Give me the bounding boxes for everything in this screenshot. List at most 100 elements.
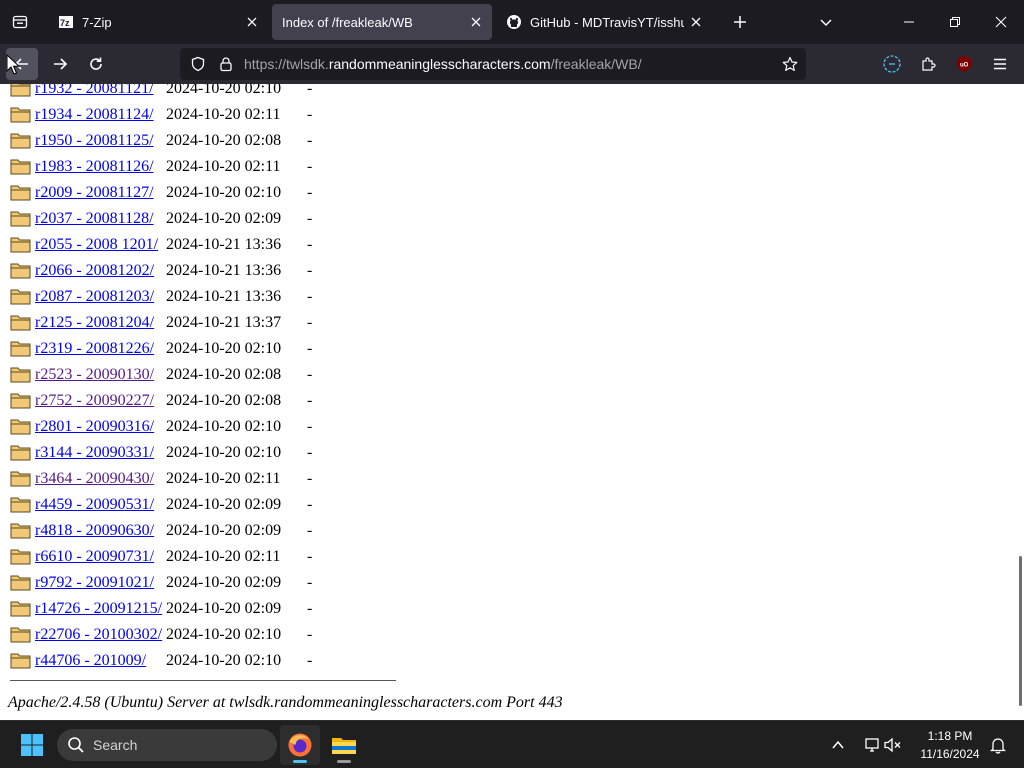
new-tab-button[interactable] bbox=[722, 4, 758, 40]
folder-icon bbox=[10, 84, 31, 97]
directory-link[interactable]: r2055 - 2008 1201/ bbox=[35, 236, 158, 254]
directory-link[interactable]: r6610 - 20090731/ bbox=[35, 548, 154, 566]
folder-icon bbox=[10, 549, 31, 565]
directory-link[interactable]: r2125 - 20081204/ bbox=[35, 314, 154, 332]
volume-button[interactable] bbox=[878, 725, 908, 765]
close-tab-icon[interactable] bbox=[464, 10, 488, 34]
account-circle-icon bbox=[883, 55, 901, 73]
close-tab-icon[interactable] bbox=[240, 10, 264, 34]
folder-icon bbox=[10, 237, 31, 253]
last-modified: 2024-10-21 13:36 bbox=[166, 288, 282, 305]
chevron-down-icon bbox=[820, 19, 832, 27]
notifications-button[interactable] bbox=[978, 725, 1018, 765]
file-size: - bbox=[307, 132, 313, 149]
folder-icon bbox=[10, 341, 31, 357]
search-placeholder: Search bbox=[93, 737, 138, 753]
file-size: - bbox=[307, 652, 313, 669]
file-size: - bbox=[307, 314, 313, 331]
directory-link[interactable]: r3144 - 20090331/ bbox=[35, 444, 154, 462]
ublock-origin-button[interactable]: uO bbox=[948, 48, 980, 80]
reload-icon bbox=[90, 57, 102, 70]
directory-link[interactable]: r22706 - 20100302/ bbox=[35, 626, 162, 644]
page-content: r1932 - 20081121/2024-10-20 02:10 - r1934 … bbox=[0, 84, 1024, 720]
tracking-protection-shield-icon[interactable] bbox=[184, 48, 212, 80]
directory-link[interactable]: r2037 - 20081128/ bbox=[35, 210, 154, 228]
url-scheme: https://twlsdk. bbox=[244, 56, 329, 72]
svg-text:uO: uO bbox=[960, 63, 969, 69]
directory-link[interactable]: r1983 - 20081126/ bbox=[35, 158, 154, 176]
app-menu-button[interactable] bbox=[984, 48, 1016, 80]
windows-logo-icon bbox=[21, 734, 43, 756]
extensions-button[interactable] bbox=[912, 48, 944, 80]
forward-button[interactable] bbox=[44, 48, 76, 80]
folder-icon bbox=[10, 419, 31, 435]
last-modified: 2024-10-20 02:11 bbox=[166, 158, 281, 175]
lock-icon[interactable] bbox=[212, 48, 240, 80]
directory-link[interactable]: r2752 - 20090227/ bbox=[35, 392, 154, 410]
table-row: r2752 - 20090227/2024-10-20 02:08 - bbox=[0, 388, 400, 414]
directory-link[interactable]: r2801 - 20090316/ bbox=[35, 418, 154, 436]
folder-icon bbox=[10, 471, 31, 487]
taskbar-search-box[interactable]: Search bbox=[57, 729, 277, 761]
url-host: randommeaninglesscharacters.com bbox=[328, 56, 551, 72]
file-size: - bbox=[307, 340, 313, 357]
directory-link[interactable]: r1932 - 20081121/ bbox=[35, 84, 154, 98]
address-bar[interactable]: https://twlsdk.randommeaninglesscharacte… bbox=[180, 48, 806, 80]
directory-link[interactable]: r1934 - 20081124/ bbox=[35, 106, 154, 124]
taskbar-firefox[interactable] bbox=[280, 725, 320, 765]
last-modified: 2024-10-20 02:08 bbox=[166, 132, 282, 149]
list-all-tabs-button[interactable] bbox=[808, 4, 844, 40]
show-hidden-icons-button[interactable] bbox=[818, 725, 858, 765]
ublock-origin-icon: uO bbox=[957, 56, 971, 72]
restore-button[interactable] bbox=[932, 0, 978, 44]
directory-link[interactable]: r3464 - 20090430/ bbox=[35, 470, 154, 488]
table-row: r22706 - 20100302/2024-10-20 02:10 - bbox=[0, 622, 400, 648]
table-row: r1934 - 20081124/2024-10-20 02:11 - bbox=[0, 102, 400, 128]
table-row: r9792 - 20091021/2024-10-20 02:09 - bbox=[0, 570, 400, 596]
file-size: - bbox=[307, 496, 313, 513]
server-signature: Apache/2.4.58 (Ubuntu) Server at twlsdk.… bbox=[8, 694, 563, 711]
file-size: - bbox=[307, 444, 313, 461]
directory-link[interactable]: r14726 - 20091215/ bbox=[35, 600, 162, 618]
bookmark-star-icon[interactable] bbox=[776, 48, 804, 80]
tab-label: 7-Zip bbox=[82, 14, 112, 30]
directory-link[interactable]: r9792 - 20091021/ bbox=[35, 574, 154, 592]
file-size: - bbox=[307, 106, 313, 123]
folder-icon bbox=[10, 393, 31, 409]
tab-index-of-wb[interactable]: Index of /freakleak/WB bbox=[272, 4, 492, 40]
directory-link[interactable]: r44706 - 201009/ bbox=[35, 652, 146, 670]
last-modified: 2024-10-20 02:10 bbox=[166, 626, 282, 643]
directory-link[interactable]: r2319 - 20081226/ bbox=[35, 340, 154, 358]
directory-link[interactable]: r1950 - 20081125/ bbox=[35, 132, 154, 150]
minimize-button[interactable] bbox=[886, 0, 932, 44]
directory-link[interactable]: r2009 - 20081127/ bbox=[35, 184, 154, 202]
directory-link[interactable]: r2087 - 20081203/ bbox=[35, 288, 154, 306]
table-row: r44706 - 201009/2024-10-20 02:10 - bbox=[0, 648, 400, 674]
github-icon bbox=[506, 14, 522, 30]
reload-button[interactable] bbox=[80, 48, 112, 80]
directory-link[interactable]: r4818 - 20090630/ bbox=[35, 522, 154, 540]
start-button[interactable] bbox=[12, 725, 52, 765]
tab-github[interactable]: GitHub - MDTravisYT/isshus-m bbox=[496, 4, 712, 40]
directory-link[interactable]: r2066 - 20081202/ bbox=[35, 262, 154, 280]
taskbar-file-explorer[interactable] bbox=[324, 725, 364, 765]
last-modified: 2024-10-20 02:11 bbox=[166, 106, 281, 123]
file-size: - bbox=[307, 84, 313, 97]
close-tab-icon[interactable] bbox=[684, 10, 708, 34]
file-size: - bbox=[307, 626, 313, 643]
plus-icon bbox=[734, 16, 746, 28]
file-size: - bbox=[307, 262, 313, 279]
tab-7zip[interactable]: 7z 7-Zip bbox=[48, 4, 268, 40]
firefox-view-button[interactable] bbox=[2, 4, 38, 40]
tab-strip: 7z 7-Zip Index of /freakleak/WB GitHub -… bbox=[0, 0, 1024, 44]
directory-link[interactable]: r4459 - 20090531/ bbox=[35, 496, 154, 514]
url-text[interactable]: https://twlsdk.randommeaninglesscharacte… bbox=[244, 48, 642, 80]
folder-icon bbox=[10, 627, 31, 643]
account-button[interactable] bbox=[876, 48, 908, 80]
directory-link[interactable]: r2523 - 20090130/ bbox=[35, 366, 154, 384]
scrollbar-thumb[interactable] bbox=[1019, 556, 1022, 706]
horizontal-rule bbox=[10, 680, 396, 681]
last-modified: 2024-10-21 13:36 bbox=[166, 262, 282, 279]
table-row: r1983 - 20081126/2024-10-20 02:11 - bbox=[0, 154, 400, 180]
close-window-button[interactable] bbox=[978, 0, 1024, 44]
